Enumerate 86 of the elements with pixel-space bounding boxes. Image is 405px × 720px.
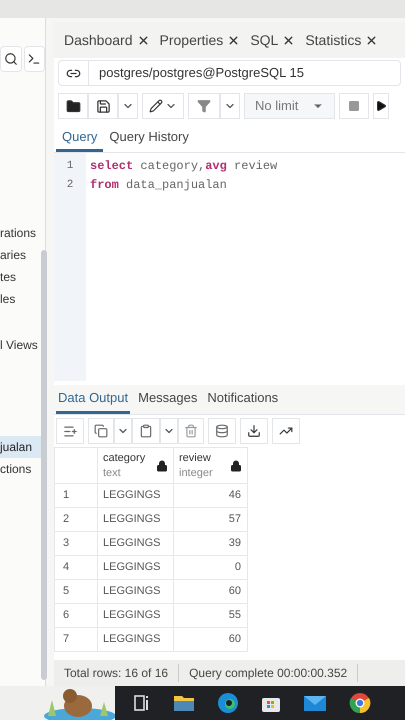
table-cell: 60 xyxy=(174,580,248,604)
lock-icon xyxy=(230,460,242,472)
table-cell: LEGGINGS xyxy=(98,556,174,580)
download-button[interactable] xyxy=(240,418,268,444)
output-tab[interactable]: Messages xyxy=(136,385,200,414)
column-header[interactable]: category text xyxy=(98,448,174,484)
run-button[interactable] xyxy=(373,93,390,119)
scrollbar[interactable] xyxy=(41,250,47,680)
line-number: 2 xyxy=(66,178,74,193)
sidebar-item[interactable]: rations xyxy=(0,222,45,244)
connection-label: postgres/postgres@PostgreSQL 15 xyxy=(98,64,304,82)
sidebar-item[interactable]: ctions xyxy=(0,458,45,480)
tab[interactable]: Statistics xyxy=(305,30,362,50)
code-line: select category,avg review xyxy=(90,158,278,175)
row-number[interactable]: 4 xyxy=(54,556,98,580)
filter-icon xyxy=(197,99,211,113)
clipboard-icon xyxy=(139,424,153,438)
lock-icon xyxy=(156,460,168,472)
table-cell: 46 xyxy=(174,484,248,508)
table-cell: 57 xyxy=(174,508,248,532)
table-cell: 60 xyxy=(174,628,248,652)
save-data-button[interactable] xyxy=(208,418,236,444)
table-cell: 55 xyxy=(174,604,248,628)
query-status: Query complete 00:00:00.352 xyxy=(179,664,358,682)
add-row-button[interactable] xyxy=(56,418,84,444)
search-button[interactable] xyxy=(0,46,22,72)
save-icon xyxy=(96,98,110,114)
chrome-icon[interactable] xyxy=(349,692,371,714)
database-icon xyxy=(215,424,229,438)
tab[interactable]: Dashboard xyxy=(64,30,132,50)
sidebar-item[interactable]: les xyxy=(0,288,45,310)
output-tab[interactable]: Notifications xyxy=(205,385,280,414)
mail-icon[interactable] xyxy=(303,694,327,712)
trash-icon xyxy=(184,424,198,438)
close-icon[interactable] xyxy=(227,34,240,46)
edit-button[interactable] xyxy=(142,93,184,119)
pencil-icon xyxy=(149,99,163,113)
terminal-icon xyxy=(27,52,42,66)
close-icon[interactable] xyxy=(282,34,296,46)
open-button[interactable] xyxy=(58,93,88,119)
table-cell: LEGGINGS xyxy=(98,628,174,652)
column-header[interactable]: review integer xyxy=(174,448,248,484)
graph-button[interactable] xyxy=(272,418,300,444)
folder-icon[interactable] xyxy=(173,694,195,712)
download-icon xyxy=(247,424,261,438)
code-line: from data_panjualan xyxy=(90,177,228,194)
terminal-button[interactable] xyxy=(24,46,45,72)
limit-dropdown[interactable]: No limit xyxy=(244,93,336,119)
editor-tab[interactable]: Query History xyxy=(103,125,195,152)
play-icon xyxy=(375,100,388,112)
search-icon xyxy=(4,52,18,66)
row-count: Total rows: 16 of 16 xyxy=(54,664,180,682)
copy-menu-button[interactable] xyxy=(114,418,132,444)
stop-icon xyxy=(348,100,360,112)
table-cell: LEGGINGS xyxy=(98,508,174,532)
connection-bar[interactable]: postgres/postgres@PostgreSQL 15 xyxy=(58,60,401,86)
table-cell: LEGGINGS xyxy=(98,580,174,604)
row-number[interactable]: 6 xyxy=(54,604,98,628)
line-number: 1 xyxy=(66,159,74,174)
filter-button[interactable] xyxy=(188,93,220,119)
paste-button[interactable] xyxy=(132,418,160,444)
paste-menu-button[interactable] xyxy=(160,418,178,444)
sidebar-item[interactable]: aries xyxy=(0,244,45,266)
table-cell: 39 xyxy=(174,532,248,556)
tab[interactable]: SQL xyxy=(250,30,278,50)
table-cell: LEGGINGS xyxy=(98,604,174,628)
table-cell: LEGGINGS xyxy=(98,484,174,508)
folder-icon xyxy=(66,98,80,114)
close-icon[interactable] xyxy=(365,34,378,46)
row-number[interactable]: 2 xyxy=(54,508,98,532)
row-number[interactable]: 7 xyxy=(54,628,98,652)
tab[interactable]: Properties xyxy=(160,30,224,50)
sidebar-item[interactable]: tes xyxy=(0,266,45,288)
browser-icon[interactable] xyxy=(217,692,239,714)
copy-button[interactable] xyxy=(88,418,114,444)
copy-icon xyxy=(94,424,108,438)
save-button[interactable] xyxy=(88,93,118,119)
add-row-icon xyxy=(62,424,78,438)
row-number[interactable]: 3 xyxy=(54,532,98,556)
sidebar-item[interactable]: l Views xyxy=(0,334,45,356)
row-number[interactable]: 1 xyxy=(54,484,98,508)
table-cell: 0 xyxy=(174,556,248,580)
task-view-icon[interactable] xyxy=(133,694,151,712)
row-number[interactable]: 5 xyxy=(54,580,98,604)
close-icon[interactable] xyxy=(136,34,150,46)
table-cell: LEGGINGS xyxy=(98,532,174,556)
